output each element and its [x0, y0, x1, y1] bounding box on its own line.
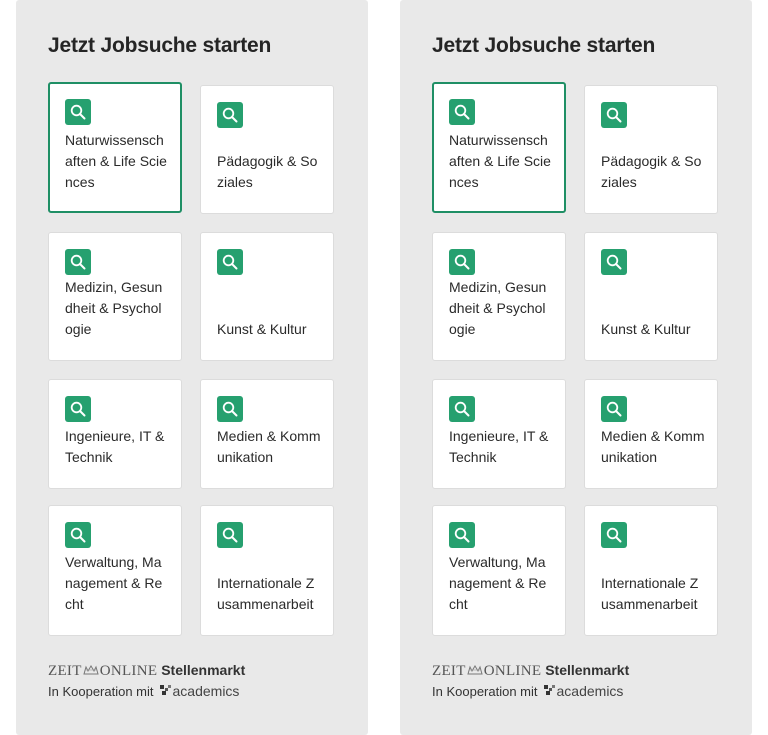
academics-logo-icon: [159, 685, 171, 695]
category-tile-international[interactable]: Internationale Zusammenarbeit: [200, 505, 334, 636]
category-label: Kunst & Kultur: [217, 321, 307, 337]
category-tile-verwaltung[interactable]: Verwaltung, Management & Recht: [432, 505, 566, 636]
category-tile-kunst[interactable]: Kunst & Kultur: [584, 232, 718, 361]
category-label: Medien & Kommunikation: [601, 428, 705, 465]
job-search-widget-left: Jetzt Jobsuche starten Naturwissenschaft…: [16, 0, 368, 735]
category-label: Ingenieure, IT & Technik: [449, 428, 549, 465]
zeit-crest-icon: [467, 665, 483, 675]
category-tile-medien[interactable]: Medien & Kommunikation: [200, 379, 334, 489]
search-icon: [601, 396, 627, 422]
category-label: Medizin, Gesundheit & Psychologie: [65, 279, 163, 337]
search-icon: [65, 99, 91, 125]
widget-title: Jetzt Jobsuche starten: [432, 34, 656, 57]
brand-zeit: ZEIT: [48, 663, 82, 679]
category-tile-paedagogik[interactable]: Pädagogik & Soziales: [200, 85, 334, 214]
zeit-crest-icon: [83, 665, 99, 675]
search-icon: [65, 249, 91, 275]
category-label: Ingenieure, IT & Technik: [65, 428, 165, 465]
category-tile-kunst[interactable]: Kunst & Kultur: [200, 232, 334, 361]
cooperation-line: In Kooperation mit academics: [432, 683, 629, 699]
widget-footer: ZEIT ONLINE Stellenmarkt In Kooperation m…: [48, 661, 245, 699]
category-tile-international[interactable]: Internationale Zusammenarbeit: [584, 505, 718, 636]
academics-logo-icon: [543, 685, 555, 695]
category-label: Kunst & Kultur: [601, 321, 691, 337]
category-label: Medien & Kommunikation: [217, 428, 321, 465]
category-label: Pädagogik & Soziales: [217, 153, 318, 190]
search-icon: [601, 522, 627, 548]
search-icon: [217, 396, 243, 422]
search-icon: [449, 249, 475, 275]
search-icon: [449, 99, 475, 125]
category-label: Verwaltung, Management & Recht: [449, 554, 547, 612]
category-tile-naturwissenschaften[interactable]: Naturwissenschaften & Life Sciences: [48, 82, 182, 213]
search-icon: [65, 522, 91, 548]
category-tile-medizin[interactable]: Medizin, Gesundheit & Psychologie: [48, 232, 182, 361]
cooperation-text: In Kooperation mit: [432, 684, 538, 699]
category-label: Medizin, Gesundheit & Psychologie: [449, 279, 547, 337]
widget-footer: ZEIT ONLINE Stellenmarkt In Kooperation m…: [432, 661, 629, 699]
category-label: Naturwissenschaften & Life Sciences: [449, 132, 551, 190]
category-label: Naturwissenschaften & Life Sciences: [65, 132, 167, 190]
search-icon: [217, 249, 243, 275]
search-icon: [601, 249, 627, 275]
category-label: Internationale Zusammenarbeit: [601, 575, 699, 612]
search-icon: [449, 522, 475, 548]
brand-online: ONLINE: [483, 663, 542, 679]
search-icon: [217, 522, 243, 548]
category-tile-naturwissenschaften[interactable]: Naturwissenschaften & Life Sciences: [432, 82, 566, 213]
widget-title: Jetzt Jobsuche starten: [48, 34, 272, 57]
category-label: Internationale Zusammenarbeit: [217, 575, 315, 612]
category-tile-ingenieure[interactable]: Ingenieure, IT & Technik: [432, 379, 566, 489]
brand-stellenmarkt: Stellenmarkt: [545, 662, 630, 678]
partner-academics[interactable]: academics: [173, 683, 240, 699]
search-icon: [449, 396, 475, 422]
search-icon: [65, 396, 91, 422]
search-icon: [217, 102, 243, 128]
zeit-stellenmarkt-logo[interactable]: ZEIT ONLINE Stellenmarkt: [432, 661, 629, 680]
category-tile-medizin[interactable]: Medizin, Gesundheit & Psychologie: [432, 232, 566, 361]
job-search-widget-right: Jetzt Jobsuche starten Naturwissenschaft…: [400, 0, 752, 735]
cooperation-line: In Kooperation mit academics: [48, 683, 245, 699]
partner-academics[interactable]: academics: [557, 683, 624, 699]
category-tile-ingenieure[interactable]: Ingenieure, IT & Technik: [48, 379, 182, 489]
category-label: Verwaltung, Management & Recht: [65, 554, 163, 612]
zeit-stellenmarkt-logo[interactable]: ZEIT ONLINE Stellenmarkt: [48, 661, 245, 680]
category-tile-verwaltung[interactable]: Verwaltung, Management & Recht: [48, 505, 182, 636]
category-tile-paedagogik[interactable]: Pädagogik & Soziales: [584, 85, 718, 214]
brand-online: ONLINE: [99, 663, 158, 679]
category-label: Pädagogik & Soziales: [601, 153, 702, 190]
cooperation-text: In Kooperation mit: [48, 684, 154, 699]
search-icon: [601, 102, 627, 128]
category-tile-medien[interactable]: Medien & Kommunikation: [584, 379, 718, 489]
brand-zeit: ZEIT: [432, 663, 466, 679]
brand-stellenmarkt: Stellenmarkt: [161, 662, 246, 678]
